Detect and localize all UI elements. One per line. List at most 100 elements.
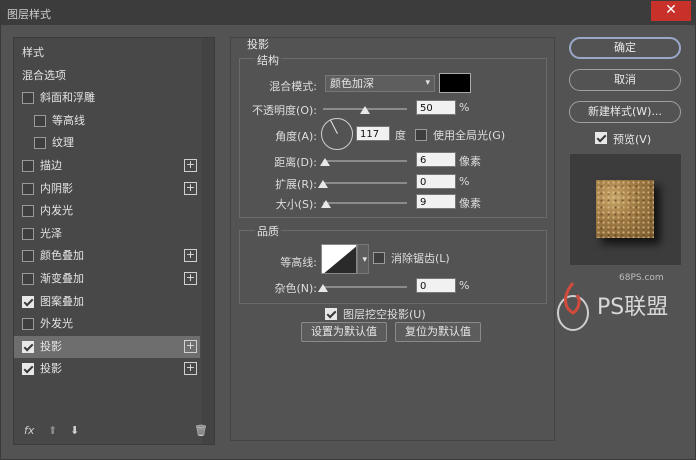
- angle-unit: 度: [395, 129, 406, 142]
- style-item-6[interactable]: 内阴影 +: [14, 178, 200, 200]
- style-item-8[interactable]: 光泽: [14, 223, 200, 245]
- style-item-checkbox[interactable]: [22, 205, 34, 218]
- style-item-label: 颜色叠加: [40, 249, 84, 263]
- knockout-label: 图层挖空投影(U): [343, 308, 426, 321]
- style-item-0[interactable]: 样式: [14, 42, 200, 64]
- style-item-checkbox[interactable]: [22, 250, 34, 263]
- style-item-checkbox[interactable]: [22, 340, 34, 353]
- distance-unit: 像素: [459, 155, 481, 168]
- style-item-10[interactable]: 渐变叠加 +: [14, 268, 200, 290]
- style-item-13[interactable]: 投影 +: [14, 335, 200, 358]
- move-up-icon[interactable]: ⬆: [48, 424, 57, 437]
- shadow-color-swatch[interactable]: [439, 73, 471, 93]
- style-item-7[interactable]: 内发光: [14, 200, 200, 222]
- style-item-checkbox[interactable]: [22, 273, 34, 285]
- angle-input[interactable]: 117: [356, 126, 390, 141]
- style-item-checkbox[interactable]: [22, 295, 34, 308]
- style-item-11[interactable]: 图案叠加: [14, 291, 200, 313]
- style-item-9[interactable]: 颜色叠加 +: [14, 245, 200, 267]
- style-item-checkbox[interactable]: [34, 114, 46, 127]
- style-item-label: 内发光: [40, 204, 73, 218]
- antialias-label: 消除锯齿(L): [391, 252, 450, 265]
- add-effect-icon[interactable]: +: [184, 272, 197, 285]
- preview-label: 预览(V): [613, 133, 652, 146]
- noise-input[interactable]: 0: [416, 278, 456, 293]
- blend-mode-value: 颜色加深: [330, 77, 374, 90]
- style-item-checkbox[interactable]: [22, 160, 34, 172]
- layer-style-dialog: 图层样式 ✕ 样式 混合选项 斜面和浮雕 等高线 纹理 描边 + 内阴影 + 内发光 光泽 颜色叠加 +…: [0, 0, 696, 460]
- distance-input[interactable]: 6: [416, 152, 456, 167]
- spread-slider-thumb[interactable]: [318, 180, 328, 188]
- style-item-checkbox[interactable]: [22, 318, 34, 331]
- style-item-checkbox[interactable]: [22, 92, 34, 105]
- style-item-1[interactable]: 混合选项: [14, 65, 200, 87]
- style-item-4[interactable]: 纹理: [14, 132, 200, 154]
- noise-slider-track[interactable]: [323, 286, 407, 288]
- cancel-button[interactable]: 取消: [569, 69, 681, 91]
- style-item-5[interactable]: 描边 +: [14, 155, 200, 177]
- global-light-label: 使用全局光(G): [433, 129, 506, 142]
- fx-button[interactable]: fx: [24, 424, 34, 437]
- contour-picker[interactable]: [321, 244, 357, 274]
- trash-icon[interactable]: 🗑: [194, 424, 208, 437]
- contour-dropdown[interactable]: ▾: [357, 244, 369, 274]
- style-item-label: 斜面和浮雕: [40, 91, 95, 105]
- chevron-down-icon: ▾: [425, 78, 430, 88]
- global-light-checkbox[interactable]: [415, 129, 427, 141]
- move-down-icon[interactable]: ⬇: [70, 424, 79, 437]
- preview-checkbox[interactable]: [595, 132, 607, 144]
- close-button[interactable]: ✕: [651, 1, 691, 21]
- styles-list-panel: 样式 混合选项 斜面和浮雕 等高线 纹理 描边 + 内阴影 + 内发光 光泽 颜色叠加 + 渐变叠加 + 图案…: [13, 37, 215, 445]
- size-input[interactable]: 9: [416, 194, 456, 209]
- title-bar[interactable]: 图层样式 ✕: [1, 1, 696, 25]
- watermark-brand: PS联盟: [597, 295, 669, 320]
- add-effect-icon[interactable]: +: [184, 181, 197, 195]
- style-item-label: 图案叠加: [40, 294, 84, 308]
- spread-unit: %: [459, 175, 470, 188]
- distance-label: 距离(D):: [274, 156, 317, 169]
- section-title: 投影: [247, 38, 269, 51]
- angle-dial[interactable]: [321, 118, 353, 150]
- style-item-12[interactable]: 外发光: [14, 313, 200, 335]
- blend-mode-select[interactable]: 颜色加深 ▾: [325, 75, 435, 92]
- style-item-label: 投影: [40, 339, 62, 353]
- reset-default-button[interactable]: 复位为默认值: [395, 322, 481, 342]
- style-item-checkbox[interactable]: [22, 182, 34, 195]
- style-item-label: 光泽: [40, 226, 62, 240]
- size-slider-thumb[interactable]: [320, 200, 331, 208]
- size-slider-track[interactable]: [323, 202, 407, 204]
- spread-slider-track[interactable]: [323, 182, 407, 184]
- spread-input[interactable]: 0: [416, 174, 456, 189]
- ok-button[interactable]: 确定: [569, 37, 681, 59]
- style-item-3[interactable]: 等高线: [14, 110, 200, 132]
- add-effect-icon[interactable]: +: [184, 159, 197, 172]
- quality-title: 品质: [255, 223, 281, 239]
- window-title: 图层样式: [7, 8, 51, 21]
- distance-slider-track[interactable]: [323, 160, 407, 162]
- style-item-checkbox[interactable]: [22, 227, 34, 240]
- style-preview: [569, 153, 682, 266]
- style-item-label: 纹理: [52, 136, 74, 150]
- distance-slider-thumb[interactable]: [319, 158, 330, 166]
- style-item-14[interactable]: 投影 +: [14, 358, 200, 380]
- style-item-label: 投影: [40, 362, 62, 376]
- set-default-button[interactable]: 设置为默认值: [301, 322, 387, 342]
- add-effect-icon[interactable]: +: [184, 249, 197, 263]
- contour-curve-icon: [324, 246, 356, 273]
- style-item-label: 描边: [40, 159, 62, 172]
- add-effect-icon[interactable]: +: [184, 362, 197, 376]
- style-item-checkbox[interactable]: [34, 137, 46, 150]
- blend-mode-label: 混合模式:: [269, 80, 317, 93]
- knockout-checkbox[interactable]: [325, 308, 337, 320]
- structure-title: 结构: [255, 52, 281, 68]
- style-item-checkbox[interactable]: [22, 363, 34, 376]
- styles-list-scrollbar[interactable]: [202, 38, 214, 444]
- style-item-2[interactable]: 斜面和浮雕: [14, 87, 200, 109]
- spread-label: 扩展(R):: [275, 178, 317, 191]
- opacity-slider-thumb[interactable]: [360, 106, 370, 114]
- opacity-input[interactable]: 50: [416, 100, 456, 115]
- noise-slider-thumb[interactable]: [318, 284, 328, 292]
- antialias-checkbox[interactable]: [373, 252, 385, 264]
- add-effect-icon[interactable]: +: [184, 339, 197, 353]
- new-style-button[interactable]: 新建样式(W)...: [569, 101, 681, 123]
